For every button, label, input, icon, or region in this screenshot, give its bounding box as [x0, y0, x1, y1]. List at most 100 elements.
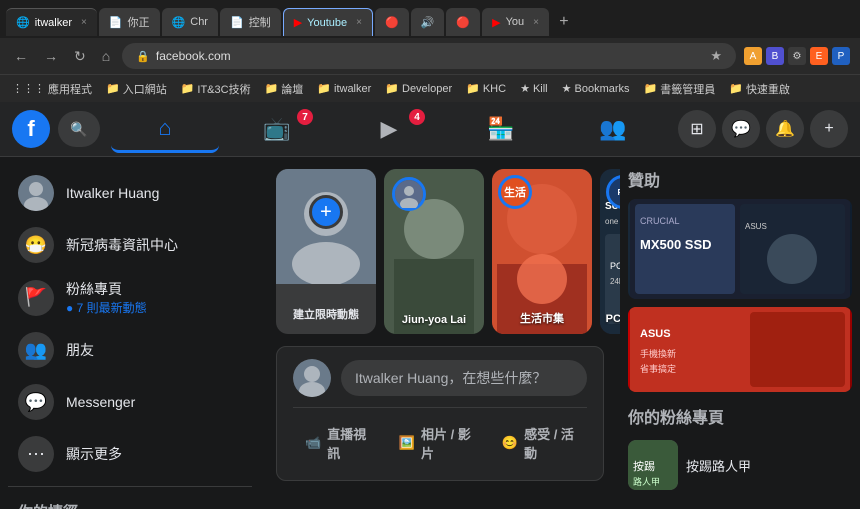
bookmark-star-icon[interactable]: ★: [710, 48, 722, 64]
bm-itwalker[interactable]: 📁 itwalker: [313, 80, 375, 97]
sidebar-fan-pages[interactable]: 🚩 粉絲專頁 ● 7 則最新動態: [8, 271, 252, 324]
create-story-label: 建立限時動態: [293, 306, 359, 322]
post-box: Itwalker Huang，在想些什麼？ 📹 直播視訊 🖼️ 相片 / 影片 …: [276, 346, 604, 481]
svg-text:MX500 SSD: MX500 SSD: [640, 237, 712, 252]
bm-it3c[interactable]: 📁 IT&3C技術: [177, 79, 255, 99]
lock-icon: 🔒: [136, 50, 150, 63]
sidebar-covid[interactable]: 😷 新冠病毒資訊中心: [8, 219, 252, 271]
sidebar-user[interactable]: Itwalker Huang: [8, 167, 252, 219]
story-card-1[interactable]: Jiun-yoa Lai: [384, 169, 484, 334]
profile-icon[interactable]: P: [832, 47, 850, 65]
tab-4[interactable]: 📄 控制: [220, 8, 281, 36]
folder-icon: 📁: [106, 82, 120, 95]
refresh-button[interactable]: ↻: [70, 46, 90, 67]
url-bar[interactable]: 🔒 facebook.com ★: [122, 43, 736, 69]
notifications-button[interactable]: 🔔: [766, 110, 804, 148]
fan-page-item[interactable]: 按踢 路人甲 按踢路人甲: [628, 436, 852, 494]
svg-text:路人甲: 路人甲: [633, 476, 660, 487]
tab-favicon: 🌐: [16, 16, 30, 29]
nav-groups[interactable]: 👥: [559, 105, 667, 153]
tab-itwalker[interactable]: 🌐 itwalker ×: [6, 8, 97, 36]
post-input-field[interactable]: Itwalker Huang，在想些什麼？: [341, 360, 587, 396]
tab-favicon: 🔴: [385, 16, 399, 29]
bm-bookmarks[interactable]: ★ Bookmarks: [558, 80, 634, 97]
bookmarks-apps[interactable]: ⋮⋮⋮ 應用程式: [8, 79, 96, 99]
fb-logo[interactable]: f: [12, 110, 50, 148]
home-button[interactable]: ⌂: [98, 46, 114, 66]
live-video-button[interactable]: 📹 直播視訊: [293, 418, 381, 468]
tab-2[interactable]: 📄 你正: [99, 8, 160, 36]
sidebar-friends-label: 朋友: [66, 340, 94, 360]
ad-asus[interactable]: ASUS 手機換新 省事搞定: [628, 307, 852, 392]
bm-forum[interactable]: 📁 論壇: [261, 79, 308, 99]
ad-crucial[interactable]: CRUCIAL MX500 SSD ASUS: [628, 199, 852, 299]
bm-label: 應用程式: [48, 81, 92, 97]
bm-portal[interactable]: 📁 入口網站: [102, 79, 171, 99]
fans-section-title: 你的粉絲專頁: [628, 404, 852, 428]
tab-6[interactable]: 🔴: [375, 8, 409, 36]
home-icon: ⌂: [158, 115, 171, 141]
shortcuts-section-label: 你的捷徑: [8, 493, 252, 509]
ext-icon-3[interactable]: ⚙: [788, 47, 806, 65]
friends-icon: 👥: [18, 332, 54, 368]
tab-favicon: 📄: [230, 16, 244, 29]
sidebar-covid-label: 新冠病毒資訊中心: [66, 235, 178, 255]
feeling-activity-button[interactable]: 😊 感受 / 活動: [490, 418, 587, 468]
ext-icon-2[interactable]: B: [766, 47, 784, 65]
new-tab-button[interactable]: +: [551, 9, 577, 35]
tab-7[interactable]: 🔊: [411, 8, 445, 36]
bm-kill[interactable]: ★ Kill: [516, 80, 552, 97]
extension-icons: A B ⚙ E P: [744, 47, 850, 65]
fb-header: f 🔍 ⌂ 📺 7 ▶ 4 🏪 👥 ⊞ 💬: [0, 102, 860, 157]
live-video-icon: 📹: [305, 435, 321, 451]
close-icon[interactable]: ×: [356, 17, 362, 28]
tab-youtube[interactable]: ▶ Youtube ×: [283, 8, 373, 36]
bm-developer[interactable]: 📁 Developer: [381, 80, 456, 97]
close-icon[interactable]: ×: [533, 17, 539, 28]
bm-quickstart[interactable]: 📁 快速重啟: [725, 79, 794, 99]
photo-video-button[interactable]: 🖼️ 相片 / 影片: [387, 418, 484, 468]
folder-icon: 📁: [466, 82, 480, 95]
bm-label: KHC: [483, 83, 506, 95]
bm-label: 書籤管理員: [660, 81, 715, 97]
bm-label: 入口網站: [123, 81, 167, 97]
watch-badge: 4: [409, 109, 425, 125]
story-card-2[interactable]: 生活 生活市集: [492, 169, 592, 334]
tab-favicon: 🔴: [456, 16, 470, 29]
tab-favicon: 📄: [109, 16, 123, 29]
tab-3[interactable]: 🌐 Chr: [162, 8, 218, 36]
story-3-label: PChome 24h購物: [604, 310, 620, 326]
back-button[interactable]: ←: [10, 46, 32, 66]
fb-search-box[interactable]: 🔍: [58, 111, 100, 147]
add-button[interactable]: +: [810, 110, 848, 148]
ext-icon-1[interactable]: A: [744, 47, 762, 65]
fb-nav: ⌂ 📺 7 ▶ 4 🏪 👥: [108, 105, 670, 153]
shop-icon: 🏪: [487, 116, 514, 142]
nav-video[interactable]: 📺 7: [223, 105, 331, 153]
tab-8[interactable]: 🔴: [446, 8, 480, 36]
bm-khc[interactable]: 📁 KHC: [462, 80, 510, 97]
tab-9[interactable]: ▶ You ×: [482, 8, 549, 36]
close-icon[interactable]: ×: [81, 17, 87, 28]
tab-bar: 🌐 itwalker × 📄 你正 🌐 Chr 📄 控制 ▶ Youtube ×…: [0, 0, 860, 38]
nav-home[interactable]: ⌂: [111, 105, 219, 153]
svg-text:ASUS: ASUS: [745, 222, 767, 231]
create-story-card[interactable]: + 建立限時動態: [276, 169, 376, 334]
forward-button[interactable]: →: [40, 46, 62, 66]
menu-button[interactable]: ⊞: [678, 110, 716, 148]
sidebar-more[interactable]: ⋯ 顯示更多: [8, 428, 252, 480]
bm-label: Bookmarks: [575, 83, 630, 95]
sidebar-username: Itwalker Huang: [66, 185, 159, 201]
nav-watch[interactable]: ▶ 4: [335, 105, 443, 153]
sidebar-messenger[interactable]: 💬 Messenger: [8, 376, 252, 428]
svg-text:手機換新: 手機換新: [640, 348, 676, 359]
messenger-button[interactable]: 💬: [722, 110, 760, 148]
ext-icon-4[interactable]: E: [810, 47, 828, 65]
story-card-3[interactable]: SUS one X PChome 24h購物 PC PChome 24h購物: [600, 169, 620, 334]
sidebar-friends[interactable]: 👥 朋友: [8, 324, 252, 376]
sidebar-more-label: 顯示更多: [66, 444, 122, 464]
nav-marketplace[interactable]: 🏪: [447, 105, 555, 153]
create-story-plus-icon[interactable]: +: [309, 195, 343, 229]
flag-icon: 🚩: [18, 280, 54, 316]
bm-manager[interactable]: 📁 書籤管理員: [640, 79, 720, 99]
